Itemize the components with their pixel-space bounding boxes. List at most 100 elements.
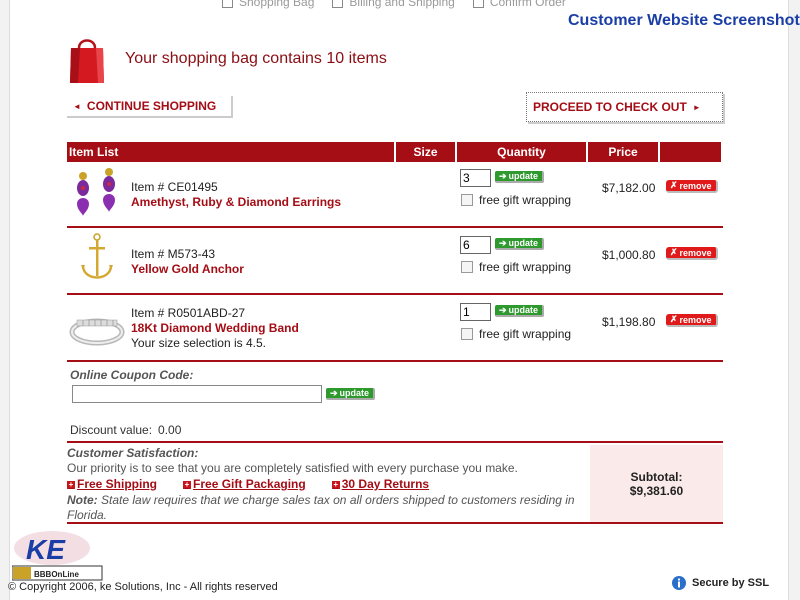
table-row: Item # R0501ABD-27 18Kt Diamond Wedding … [67, 296, 723, 362]
arrow-left-icon: ◄ [73, 101, 81, 111]
coupon-code-input[interactable] [72, 385, 322, 403]
plus-icon: + [331, 479, 340, 489]
step-checkbox-icon [222, 0, 233, 8]
step-checkbox-icon [332, 0, 344, 8]
divider [67, 441, 723, 443]
bag-title: Your shopping bag contains 10 items [125, 50, 387, 67]
update-label: update [508, 238, 539, 248]
bbb-badge-text: BBBOnLine [34, 570, 79, 579]
arrow-right-icon: ➔ [499, 237, 507, 248]
earrings-thumbnail [77, 168, 115, 216]
continue-shopping-label: CONTINUE SHOPPING [86, 99, 217, 113]
discount-amount: 0.00 [158, 423, 182, 437]
step-label: Billing and Shipping [349, 0, 455, 9]
plus-icon: + [183, 479, 192, 489]
quantity-input[interactable] [460, 169, 491, 187]
discount-value: Discount value: 0.00 [70, 423, 181, 437]
checkout-steps: Shopping Bag Billing and Shipping Confir… [222, 0, 566, 9]
gift-wrap-label: free gift wrapping [479, 260, 572, 274]
wedding-band-thumbnail [69, 318, 125, 346]
proceed-to-checkout-button[interactable]: PROCEED TO CHECK OUT ► [526, 92, 723, 122]
table-row: Item # CE01495 Amethyst, Ruby & Diamond … [67, 162, 723, 228]
item-info: Item # R0501ABD-27 18Kt Diamond Wedding … [131, 306, 299, 351]
right-window-edge [788, 0, 800, 600]
item-name-link[interactable]: Amethyst, Ruby & Diamond Earrings [131, 195, 341, 210]
satisfaction-text: Our priority is to see that you are comp… [67, 461, 518, 475]
header-size: Size [396, 142, 455, 162]
coupon-update-button[interactable]: ➔ update [326, 388, 376, 400]
update-quantity-button[interactable]: ➔ update [495, 237, 545, 250]
remove-item-button[interactable]: ✗ remove [666, 247, 718, 260]
quantity-input[interactable] [460, 303, 491, 321]
ke-solutions-logo: KE BBBOnLine [12, 531, 103, 581]
item-name-link[interactable]: 18Kt Diamond Wedding Band [131, 321, 299, 336]
subtotal-box: Subtotal: $9,381.60 [590, 445, 723, 522]
item-name-link[interactable]: Yellow Gold Anchor [131, 262, 244, 277]
step-label: Shopping Bag [239, 0, 315, 9]
ssl-label: Secure by SSL [692, 577, 770, 589]
item-price: $7,182.00 [602, 181, 656, 195]
step-checkbox-icon [472, 0, 484, 8]
update-label: update [508, 305, 539, 315]
arrow-right-icon: ➔ [499, 304, 507, 315]
gift-wrap-label: free gift wrapping [479, 193, 572, 207]
header-quantity: Quantity [457, 142, 586, 162]
free-shipping-link[interactable]: + Free Shipping [67, 477, 157, 492]
table-row: Item # M573-43 Yellow Gold Anchor ➔updat… [67, 229, 723, 295]
header-price: Price [588, 142, 658, 162]
subtotal-label: Subtotal: [630, 469, 683, 484]
secure-ssl-badge: Secure by SSL [672, 575, 769, 591]
gift-wrap-checkbox[interactable] [461, 261, 473, 273]
step-confirm-order: Confirm Order [472, 0, 566, 9]
gift-wrap-label: free gift wrapping [479, 327, 572, 341]
item-number: Item # CE01495 [131, 180, 218, 194]
free-gift-packaging-label: Free Gift Packaging [193, 477, 306, 491]
discount-label: Discount value: [70, 423, 153, 437]
update-quantity-button[interactable]: ➔ update [495, 304, 545, 317]
anchor-pendant-thumbnail [81, 233, 113, 279]
step-billing-shipping: Billing and Shipping [332, 0, 455, 9]
quantity-input[interactable] [460, 236, 491, 254]
gift-wrap-checkbox[interactable] [461, 194, 473, 206]
coupon-label: Online Coupon Code: [70, 368, 194, 382]
divider [67, 522, 723, 524]
continue-shopping-button[interactable]: ◄ CONTINUE SHOPPING [67, 96, 233, 118]
x-icon: ✗ [670, 314, 678, 324]
free-shipping-label: Free Shipping [77, 477, 158, 491]
remove-item-button[interactable]: ✗ remove [666, 314, 718, 327]
note-label: Note: [67, 493, 98, 507]
header-actions [660, 142, 721, 162]
arrow-right-icon: ► [692, 102, 701, 112]
step-shopping-bag: Shopping Bag [222, 0, 314, 9]
free-gift-packaging-link[interactable]: + Free Gift Packaging [183, 477, 306, 492]
arrow-right-icon: ➔ [499, 170, 507, 181]
step-label: Confirm Order [489, 0, 566, 9]
update-quantity-button[interactable]: ➔ update [495, 170, 545, 183]
screenshot-watermark: Customer Website Screenshot [568, 12, 800, 29]
thirty-day-returns-link[interactable]: +30 Day Returns [331, 477, 430, 492]
size-selection-note: Your size selection is 4.5. [131, 336, 266, 350]
plus-icon: + [67, 479, 75, 489]
note-text: State law requires that we charge sales … [67, 493, 575, 522]
tax-note: Note: State law requires that we charge … [67, 493, 587, 523]
gift-wrap-option[interactable]: free gift wrapping [461, 260, 571, 274]
shopping-bag-icon [70, 39, 104, 83]
gift-wrap-option[interactable]: free gift wrapping [461, 327, 571, 341]
item-info: Item # M573-43 Yellow Gold Anchor [131, 247, 244, 277]
item-table-header: Item List Size Quantity Price [67, 142, 723, 162]
gift-wrap-option[interactable]: free gift wrapping [461, 193, 571, 207]
remove-item-button[interactable]: ✗ remove [666, 180, 718, 193]
thirty-day-returns-label: 30 Day Returns [341, 477, 430, 491]
satisfaction-heading: Customer Satisfaction: [67, 446, 199, 460]
item-price: $1,198.80 [602, 315, 656, 329]
item-price: $1,000.80 [602, 248, 656, 262]
x-icon: ✗ [670, 180, 678, 190]
satisfaction-links: + Free Shipping + Free Gift Packaging +30 … [67, 477, 587, 492]
copyright-text: © Copyright 2006, ke Solutions, Inc - Al… [8, 581, 278, 593]
item-number: Item # M573-43 [131, 247, 216, 261]
gift-wrap-checkbox[interactable] [461, 328, 473, 340]
item-info: Item # CE01495 Amethyst, Ruby & Diamond … [131, 180, 341, 210]
header-item-list: Item List [67, 142, 394, 162]
remove-label: remove [679, 314, 712, 325]
customer-satisfaction: Customer Satisfaction: Our priority is t… [67, 446, 587, 523]
